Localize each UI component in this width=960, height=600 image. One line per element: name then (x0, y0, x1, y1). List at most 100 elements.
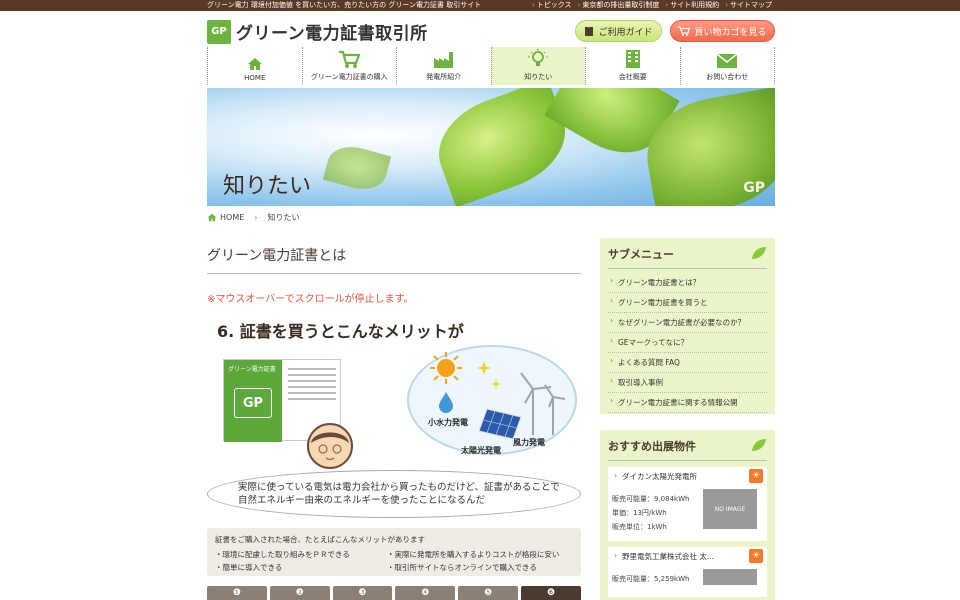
global-nav: HOME グリーン電力証書の購入 発電所紹介 知りたい 会社概要 お問い合わせ (207, 47, 775, 85)
leaf-icon (752, 439, 766, 451)
certificate-gp-mark: GP (234, 388, 272, 418)
step-tab-4[interactable]: ❹ (395, 586, 456, 600)
lightbulb-icon (528, 49, 549, 66)
label-solar: 太陽光発電 (461, 446, 501, 455)
submenu-item[interactable]: グリーン電力証書とは？ (608, 273, 767, 293)
property-card[interactable]: 野里電気工業株式会社 太... ☀ 販売可能量：5,259kWh (608, 547, 767, 597)
label-hydro: 小水力発電 (428, 418, 468, 427)
submenu-item[interactable]: よくある質問 FAQ (608, 353, 767, 373)
benefit-list: ・環境に配慮した取り組みをＰＲできる ・実際に発電所を購入するよりコストが格段に… (215, 549, 573, 573)
benefit-item: ・簡単に導入できる (215, 563, 283, 572)
breadcrumb-home[interactable]: HOME (207, 213, 244, 222)
hero-gp-mark: GP (743, 180, 765, 196)
submenu-item[interactable]: グリーン電力証書に関する情報公開 (608, 393, 767, 413)
submenu-item[interactable]: なぜグリーン電力証書が必要なのか？ (608, 313, 767, 333)
sparkle-icon (477, 361, 491, 375)
nav-company[interactable]: 会社概要 (585, 47, 680, 85)
submenu-panel: サブメニュー グリーン電力証書とは？ グリーン電力証書を買うと なぜグリーン電力… (600, 238, 775, 414)
guide-button[interactable]: ご利用ガイド (575, 20, 662, 42)
thought-cloud (407, 345, 577, 455)
house-icon (207, 213, 217, 222)
cart-icon (339, 50, 361, 68)
submenu-item[interactable]: GEマークってなに？ (608, 333, 767, 353)
merit-illustration: グリーン電力証書 GP 小水力発電 風力発電 太陽光発電 実際に使っている電気は… (207, 345, 581, 520)
top-link-topics[interactable]: トピックス (532, 0, 572, 11)
top-link-terms[interactable]: サイト利用規約 (665, 0, 719, 11)
top-bar: グリーン電力 環境付加価値 を買いたい方、売りたい方の グリーン電力証書 取引サ… (0, 0, 960, 11)
benefit-item: ・取引所サイトならオンラインで購入できる (387, 563, 537, 572)
leaf-icon (752, 247, 766, 259)
submenu-list: グリーン電力証書とは？ グリーン電力証書を買うと なぜグリーン電力証書が必要なの… (608, 273, 767, 413)
property-image[interactable]: NO IMAGE (703, 489, 757, 529)
step-tab-5[interactable]: ❺ (458, 586, 519, 600)
nav-purchase[interactable]: グリーン電力証書の購入 (301, 47, 397, 85)
site-tagline: グリーン電力 環境付加価値 を買いたい方、売りたい方の グリーン電力証書 取引サ… (207, 1, 482, 9)
step-tab-2[interactable]: ❷ (269, 586, 330, 600)
section-heading: 6. 証書を買うとこんなメリットが (217, 322, 464, 341)
submenu-title: サブメニュー (608, 248, 674, 261)
step-tab-3[interactable]: ❸ (332, 586, 393, 600)
cart-icon (678, 26, 691, 36)
recommend-heading: おすすめ出展物件 (608, 438, 767, 461)
nav-company-label: 会社概要 (618, 73, 647, 81)
cart-button-label: 買い物カゴを見る (694, 27, 767, 38)
submenu-heading: サブメニュー (608, 246, 767, 269)
character-avatar (307, 423, 353, 469)
step-tab-1[interactable]: ❶ (207, 586, 267, 600)
label-wind: 風力発電 (513, 438, 545, 447)
sparkle-icon (491, 379, 501, 389)
hero-title: 知りたい (223, 174, 312, 199)
property-card[interactable]: ダイカン太陽光発電所 ☀ 販売可能量：9,084kWh 単価：13円/kWh 販… (608, 467, 767, 541)
speech-bubble: 実際に使っている電気は電力会社から買ったものだけど、証書があることで 自然エネル… (207, 470, 581, 518)
nav-contact-label: お問い合わせ (706, 73, 749, 81)
nav-purchase-label: グリーン電力証書の購入 (310, 73, 388, 81)
hero-banner: 知りたい GP (207, 88, 775, 206)
nav-contact[interactable]: お問い合わせ (679, 47, 775, 85)
certificate-title: グリーン電力証書 (228, 366, 276, 373)
property-name[interactable]: 野里電気工業株式会社 太... (612, 551, 763, 562)
speech-line-2: 自然エネルギー由来のエネルギーを使ったことになるんだ (238, 495, 486, 506)
cart-button[interactable]: 買い物カゴを見る (670, 20, 775, 42)
solar-icon: ☀ (749, 469, 763, 483)
step-tab-6[interactable]: ❻ (521, 586, 581, 600)
property-image[interactable] (703, 569, 757, 585)
recommend-panel: おすすめ出展物件 ダイカン太陽光発電所 ☀ 販売可能量：9,084kWh 単価：… (600, 430, 775, 600)
book-icon (585, 26, 594, 36)
certificate-text-lines (288, 368, 336, 404)
benefit-box: 証書をご購入された場合、たとえばこんなメリットがあります ・環境に配慮した取り組… (207, 528, 581, 576)
chevron-right-icon: › (254, 213, 258, 222)
solar-icon: ☀ (749, 549, 763, 563)
nav-home[interactable]: HOME (207, 47, 302, 85)
top-links: トピックス 東京都の排出量取引制度 サイト利用規約 サイトマップ (532, 0, 772, 11)
submenu-item[interactable]: 取引導入事例 (608, 373, 767, 393)
water-drop-icon (439, 392, 453, 413)
top-link-tokyo-trading[interactable]: 東京都の排出量取引制度 (578, 0, 659, 11)
property-name[interactable]: ダイカン太陽光発電所 (612, 471, 763, 482)
speech-line-1: 実際に使っている電気は電力会社から買ったものだけど、証書があることで (238, 482, 560, 493)
solar-panel-icon (479, 408, 522, 440)
benefit-title: 証書をご購入された場合、たとえばこんなメリットがあります (215, 535, 425, 544)
site-name: グリーン電力証書取引所 (236, 24, 428, 44)
factory-icon (433, 52, 453, 68)
benefit-item: ・環境に配慮した取り組みをＰＲできる (215, 550, 350, 559)
breadcrumb-current: 知りたい (267, 213, 300, 222)
recommend-title: おすすめ出展物件 (608, 440, 696, 453)
house-icon (247, 58, 262, 70)
breadcrumb: HOME › 知りたい (207, 212, 299, 223)
benefit-item: ・実際に発電所を購入するよりコストが格段に安い (387, 550, 560, 559)
leaf-decoration (322, 140, 392, 196)
nav-home-label: HOME (244, 74, 266, 82)
submenu-item[interactable]: グリーン電力証書を買うと (608, 293, 767, 313)
building-icon (625, 50, 640, 68)
scroll-note: ※マウスオーバーでスクロールが停止します。 (207, 294, 414, 305)
nav-plants[interactable]: 発電所紹介 (396, 47, 491, 85)
nav-learn[interactable]: 知りたい (490, 47, 585, 85)
page-heading: グリーン電力証書とは (207, 245, 581, 274)
mail-icon (716, 53, 738, 68)
top-link-sitemap[interactable]: サイトマップ (725, 0, 772, 11)
site-logo[interactable]: GP グリーン電力証書取引所 (207, 19, 428, 44)
sun-icon (430, 352, 462, 384)
gp-logo-mark: GP (207, 19, 231, 44)
breadcrumb-home-label: HOME (220, 213, 245, 222)
nav-plants-label: 発電所紹介 (426, 73, 462, 81)
